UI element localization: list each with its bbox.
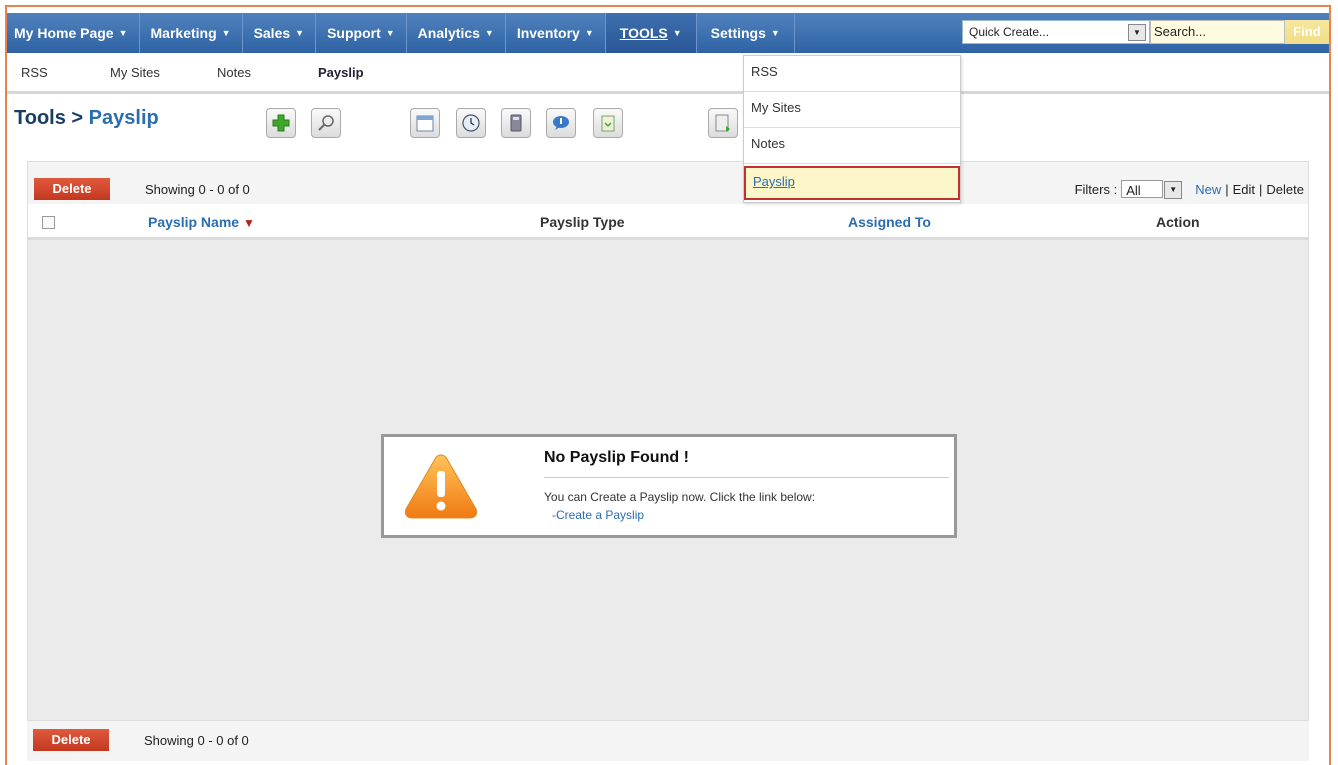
separator: | — [1225, 181, 1229, 197]
tab-label: Settings — [710, 25, 766, 41]
filters-group: Filters : All ▼ New | Edit | Delete — [1074, 180, 1304, 199]
table-header: Payslip Name ▼ Payslip Type Assigned To … — [28, 204, 1308, 240]
chevron-down-icon[interactable]: ▼ — [1128, 24, 1146, 41]
top-nav: My Home Page ▼ Marketing ▼ Sales ▼ Support ▼… — [7, 13, 1329, 53]
find-button[interactable]: Find — [1285, 20, 1329, 44]
empty-title: No Payslip Found ! — [544, 449, 689, 466]
search-icon[interactable] — [311, 108, 341, 138]
chevron-down-icon: ▼ — [584, 28, 594, 38]
subnav-item-my-sites[interactable]: My Sites — [110, 65, 160, 80]
chat-icon[interactable] — [546, 108, 576, 138]
menu-item-my-sites[interactable]: My Sites — [744, 92, 960, 128]
column-payslip-name[interactable]: Payslip Name ▼ — [148, 214, 255, 230]
list-footer: Delete Showing 0 - 0 of 0 — [27, 721, 1309, 761]
new-filter-link[interactable]: New — [1195, 182, 1221, 197]
breadcrumb-module[interactable]: Tools — [14, 107, 66, 129]
menu-item-notes[interactable]: Notes — [744, 128, 960, 164]
empty-message: You can Create a Payslip now. Click the … — [544, 490, 816, 504]
empty-state-box: No Payslip Found ! You can Create a Pays… — [381, 434, 957, 538]
clipboard-icon[interactable] — [593, 108, 623, 138]
filter-value: All — [1126, 183, 1141, 198]
list-toolbar: Delete Showing 0 - 0 of 0 Filters : All ▼… — [28, 162, 1308, 204]
separator: | — [1259, 181, 1263, 197]
edit-filter-link[interactable]: Edit — [1233, 182, 1255, 197]
chevron-down-icon[interactable]: ▼ — [1164, 181, 1183, 199]
column-assigned-to[interactable]: Assigned To — [848, 214, 931, 230]
chevron-down-icon: ▼ — [484, 28, 494, 38]
sort-down-icon: ▼ — [242, 216, 255, 230]
chevron-down-icon: ▼ — [385, 28, 395, 38]
warning-icon — [404, 454, 478, 519]
subnav-item-notes[interactable]: Notes — [217, 65, 251, 80]
subnav-item-rss[interactable]: RSS — [21, 65, 48, 80]
tab-label: My Home Page — [14, 25, 114, 41]
tab-label: Sales — [253, 25, 291, 41]
column-label: Payslip Name — [148, 214, 240, 230]
delete-button-bottom[interactable]: Delete — [33, 729, 109, 751]
tab-tools[interactable]: TOOLS ▼ — [605, 13, 697, 53]
tab-sales[interactable]: Sales ▼ — [243, 13, 317, 53]
chevron-down-icon: ▼ — [221, 28, 231, 38]
breadcrumb-current: Payslip — [88, 107, 159, 129]
chevron-down-icon: ▼ — [770, 28, 780, 38]
tab-support[interactable]: Support ▼ — [316, 13, 407, 53]
clock-icon[interactable] — [456, 108, 486, 138]
app-frame: My Home Page ▼ Marketing ▼ Sales ▼ Support ▼… — [5, 5, 1331, 765]
record-count-bottom: Showing 0 - 0 of 0 — [144, 733, 249, 748]
tab-label: Support — [327, 25, 381, 41]
calendar-icon[interactable] — [410, 108, 440, 138]
list-panel: Delete Showing 0 - 0 of 0 Filters : All ▼… — [27, 161, 1309, 721]
breadcrumb-separator: > — [71, 107, 84, 129]
chevron-down-icon: ▼ — [118, 28, 128, 38]
tab-label: Marketing — [150, 25, 217, 41]
tools-dropdown-menu: RSS My Sites Notes Payslip — [743, 55, 961, 203]
column-payslip-type: Payslip Type — [540, 214, 625, 230]
page-title: Tools > Payslip — [14, 107, 159, 130]
delete-filter-link[interactable]: Delete — [1266, 182, 1304, 197]
filters-label: Filters : — [1074, 181, 1118, 197]
tab-label: TOOLS — [619, 25, 668, 41]
tab-label: Analytics — [417, 25, 480, 41]
column-action: Action — [1156, 214, 1200, 230]
quick-create-select[interactable]: Quick Create... ▼ — [962, 20, 1150, 44]
create-payslip-link[interactable]: -Create a Payslip — [552, 508, 644, 522]
record-count: Showing 0 - 0 of 0 — [145, 182, 250, 197]
search-input[interactable]: Search... — [1150, 20, 1285, 44]
divider — [544, 477, 949, 478]
select-all-checkbox[interactable] — [42, 216, 55, 229]
chevron-down-icon: ▼ — [672, 28, 682, 38]
tab-label: Inventory — [516, 25, 580, 41]
sub-nav: RSS My Sites Notes Payslip — [7, 55, 1329, 94]
tab-settings[interactable]: Settings ▼ — [697, 13, 795, 53]
filter-select[interactable]: All ▼ — [1121, 180, 1183, 199]
quick-create-value: Quick Create... — [969, 25, 1050, 39]
menu-item-rss[interactable]: RSS — [744, 56, 960, 92]
import-icon[interactable] — [708, 108, 738, 138]
chevron-down-icon: ▼ — [295, 28, 305, 38]
tab-analytics[interactable]: Analytics ▼ — [407, 13, 506, 53]
tab-inventory[interactable]: Inventory ▼ — [506, 13, 606, 53]
add-icon[interactable] — [266, 108, 296, 138]
tab-marketing[interactable]: Marketing ▼ — [140, 13, 243, 53]
tab-my-home-page[interactable]: My Home Page ▼ — [7, 13, 140, 53]
delete-button[interactable]: Delete — [34, 178, 110, 200]
subnav-item-payslip[interactable]: Payslip — [318, 65, 364, 80]
menu-item-payslip[interactable]: Payslip — [744, 166, 960, 200]
calculator-icon[interactable] — [501, 108, 531, 138]
